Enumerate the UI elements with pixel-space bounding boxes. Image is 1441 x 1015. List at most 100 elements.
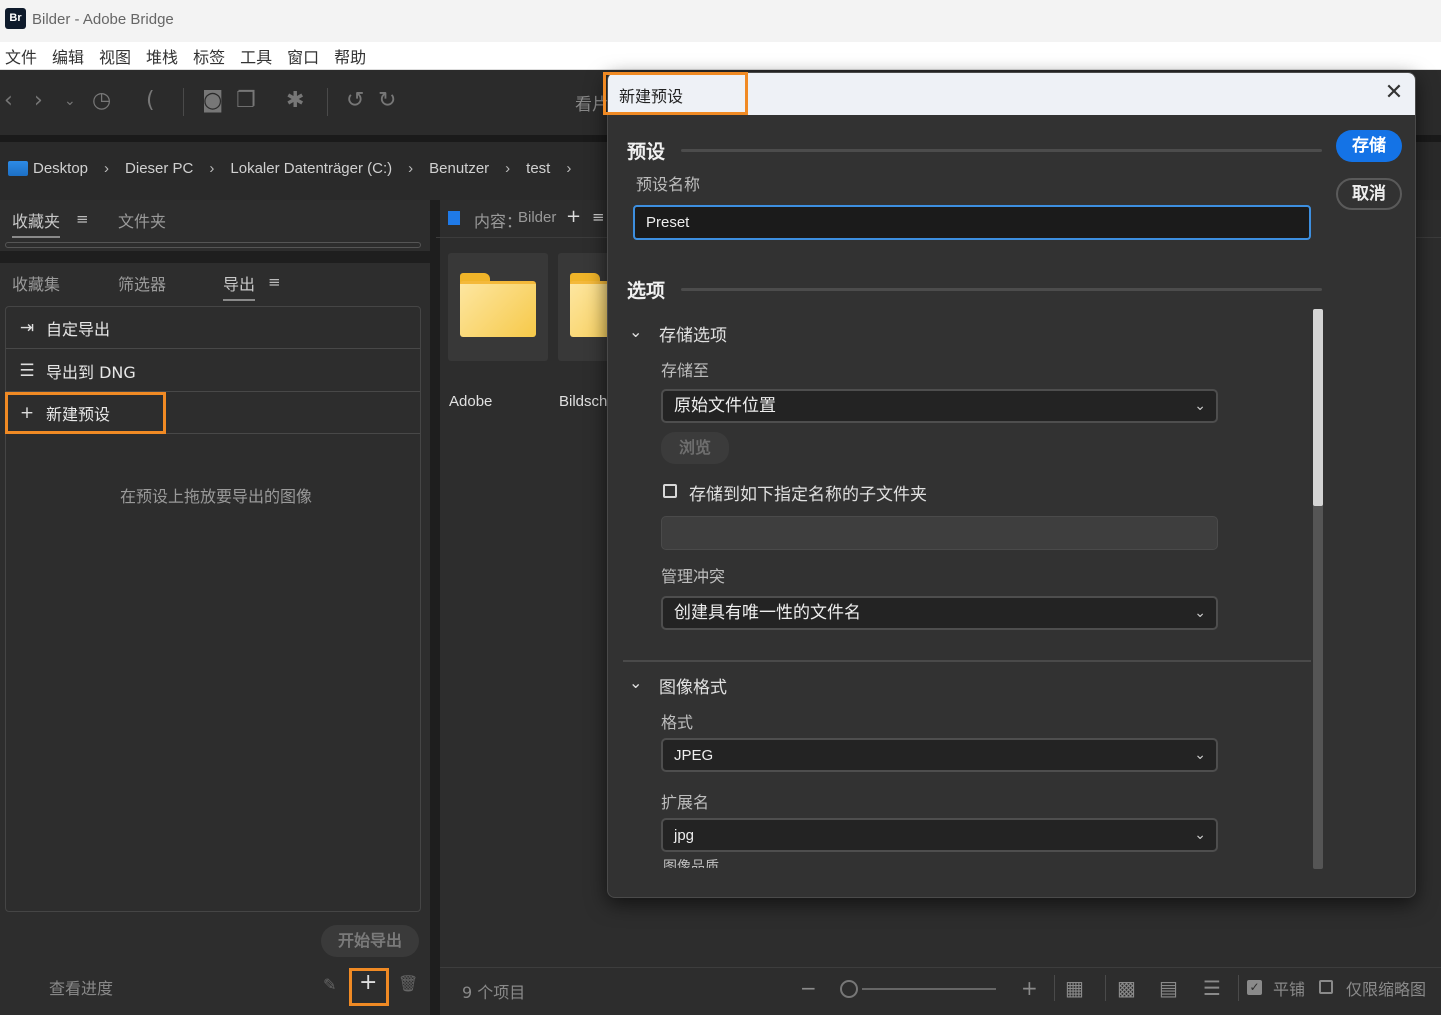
history-icon[interactable]: ◷ [92, 86, 111, 116]
details-view-icon[interactable]: ▤ [1159, 975, 1178, 1001]
folder-icon [460, 273, 536, 337]
thumbnail-size-slider[interactable] [862, 988, 996, 990]
camera-import-icon[interactable]: ◙ [202, 86, 223, 116]
extension-dropdown[interactable]: jpg ⌄ [661, 818, 1218, 852]
forward-icon[interactable]: › [34, 86, 43, 116]
conflict-dropdown[interactable]: 创建具有唯一性的文件名 ⌄ [661, 596, 1218, 630]
save-to-dropdown[interactable]: 原始文件位置 ⌄ [661, 389, 1218, 423]
toolbar-separator [183, 88, 184, 116]
panel-menu-icon[interactable]: ≡ [592, 208, 605, 226]
add-tab-icon[interactable]: + [566, 206, 581, 227]
menu-edit[interactable]: 编辑 [52, 44, 84, 68]
statusbar-separator [1054, 975, 1055, 1001]
close-icon[interactable]: ✕ [1381, 80, 1407, 106]
item-count: 9 个项目 [462, 983, 526, 1002]
menu-window[interactable]: 窗口 [287, 44, 319, 68]
breadcrumb-item[interactable]: Dieser PC [125, 160, 193, 177]
trash-icon[interactable]: 🗑 [398, 974, 418, 993]
storage-options-header[interactable]: 存储选项 [659, 321, 727, 346]
thumbnail-label: Adobe [449, 393, 493, 410]
panel-menu-icon[interactable]: ≡ [76, 210, 89, 228]
menu-file[interactable]: 文件 [5, 44, 37, 68]
app-logo-icon: Br [5, 8, 26, 29]
section-title-options: 选项 [627, 280, 666, 302]
thumbnail-size-slider-handle[interactable] [840, 980, 858, 998]
browse-button[interactable]: 浏览 [661, 432, 729, 464]
panel-menu-icon[interactable]: ≡ [268, 273, 281, 291]
menu-view[interactable]: 视图 [99, 44, 131, 68]
thumbnail-item[interactable] [448, 253, 548, 361]
tab-collections[interactable]: 收藏集 [12, 271, 60, 295]
rotate-left-icon[interactable]: ↺ [346, 86, 364, 116]
window-title: Bilder - Adobe Bridge [32, 11, 174, 28]
chevron-right-icon: › [209, 160, 215, 177]
section-divider [623, 660, 1311, 662]
breadcrumb-item[interactable]: test [526, 160, 550, 177]
boomerang-icon[interactable]: ( [146, 86, 155, 116]
zoom-in-icon[interactable]: + [1021, 975, 1038, 1001]
breadcrumb-item[interactable]: Desktop [33, 160, 88, 177]
list-view-icon[interactable]: ☰ [1203, 975, 1221, 1001]
preset-name-label: 预设名称 [636, 175, 701, 194]
thumbnail-view-icon[interactable]: ▩ [1117, 975, 1136, 1001]
tab-export[interactable]: 导出 [223, 271, 256, 301]
breadcrumb-item[interactable]: Lokaler Datenträger (C:) [230, 160, 392, 177]
thumbnail-label: Bildschi [559, 393, 611, 410]
chevron-down-icon[interactable]: ⌄ [64, 86, 76, 116]
chevron-down-icon: ⌄ [1194, 747, 1206, 763]
section-divider [681, 149, 1322, 152]
tile-label: 平铺 [1273, 980, 1306, 999]
chevron-down-icon: ⌄ [1194, 827, 1206, 843]
thumbs-only-label: 仅限缩略图 [1346, 980, 1427, 999]
tile-checkbox[interactable]: ✓ [1247, 980, 1262, 995]
save-button[interactable]: 存储 [1336, 130, 1402, 162]
favorites-panel: 收藏夹 ≡ 文件夹 [0, 200, 430, 257]
chevron-right-icon: › [408, 160, 414, 177]
cancel-button[interactable]: 取消 [1336, 178, 1402, 210]
image-format-header[interactable]: 图像格式 [659, 673, 727, 698]
window-titlebar: Br Bilder - Adobe Bridge [0, 0, 1441, 42]
breadcrumb-item[interactable]: Benutzer [429, 160, 489, 177]
conflict-label: 管理冲突 [661, 567, 726, 586]
subfolder-checkbox[interactable] [663, 484, 677, 498]
list-icon: ☰ [19, 360, 35, 381]
export-item-dng[interactable]: ☰ 导出到 DNG [6, 350, 420, 392]
content-folder-name: Bilder [518, 209, 557, 226]
desktop-icon [8, 161, 28, 176]
menu-label[interactable]: 标签 [193, 44, 225, 68]
menu-stack[interactable]: 堆栈 [146, 44, 178, 68]
format-value: JPEG [674, 747, 714, 764]
preset-name-input[interactable] [633, 205, 1311, 240]
refine-icon[interactable]: ✱ [286, 86, 304, 116]
grid-lock-icon[interactable]: ▦ [1065, 975, 1084, 1001]
edit-icon[interactable]: ✎ [323, 975, 336, 994]
subfolder-name-input[interactable] [661, 516, 1218, 550]
tab-filter[interactable]: 筛选器 [118, 271, 166, 295]
format-dropdown[interactable]: JPEG ⌄ [661, 738, 1218, 772]
section-divider [681, 288, 1322, 291]
copy-dropdown-icon[interactable]: ❐ [236, 86, 256, 116]
new-preset-dialog: 新建预设 ✕ 预设 存储 取消 预设名称 选项 ⌄ 存储选项 存储至 原始文件位… [607, 72, 1416, 898]
start-export-button[interactable]: 开始导出 [321, 925, 419, 957]
zoom-out-icon[interactable]: − [800, 975, 817, 1001]
breadcrumb: Desktop › Dieser PC › Lokaler Datenträge… [8, 160, 587, 177]
menu-help[interactable]: 帮助 [334, 44, 366, 68]
menu-tools[interactable]: 工具 [240, 44, 272, 68]
thumbs-only-checkbox[interactable] [1319, 980, 1333, 994]
highlight-box [349, 968, 389, 1006]
format-label: 格式 [661, 713, 694, 732]
panel-scrollbar[interactable] [5, 242, 421, 248]
chevron-down-icon[interactable]: ⌄ [629, 322, 642, 341]
export-item-label: 导出到 DNG [46, 362, 136, 382]
tab-favorites[interactable]: 收藏夹 [12, 208, 61, 238]
dialog-scrollbar-thumb[interactable] [1313, 309, 1323, 506]
rotate-right-icon[interactable]: ↻ [378, 86, 396, 116]
chevron-right-icon[interactable]: › [566, 160, 571, 177]
chevron-down-icon[interactable]: ⌄ [629, 673, 642, 692]
view-progress-link[interactable]: 查看进度 [49, 975, 113, 999]
section-title-preset: 预设 [627, 141, 666, 163]
tab-folders[interactable]: 文件夹 [118, 208, 166, 232]
export-item-custom[interactable]: ⇥ 自定导出 [6, 307, 420, 349]
content-color-icon [448, 211, 460, 225]
back-icon[interactable]: ‹ [4, 86, 13, 116]
